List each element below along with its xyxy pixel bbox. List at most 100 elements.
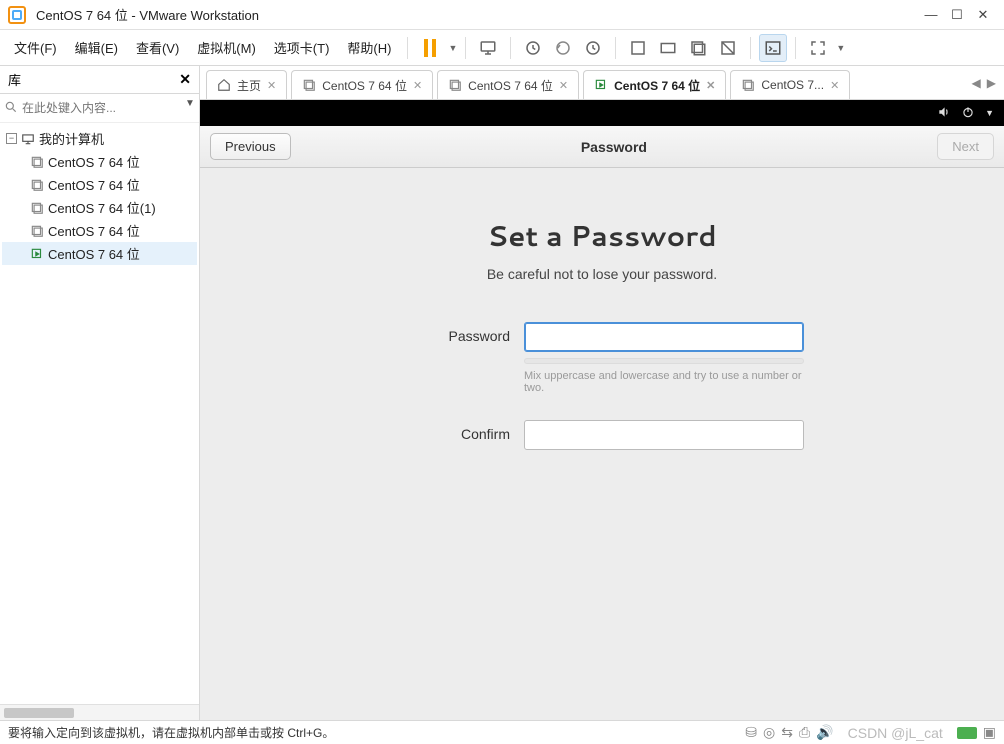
- tab-nav: ◀ ▶: [964, 66, 1004, 99]
- tab-close-icon[interactable]: ✕: [559, 79, 568, 92]
- tree-item[interactable]: CentOS 7 64 位(1): [2, 196, 197, 219]
- library-title: 库: [8, 70, 21, 89]
- volume-icon[interactable]: [937, 105, 951, 122]
- tree-item[interactable]: CentOS 7 64 位: [2, 150, 197, 173]
- library-search: ▼: [0, 94, 199, 123]
- fullscreen-dropdown-caret[interactable]: ▼: [836, 43, 845, 53]
- tab-vm[interactable]: CentOS 7... ✕: [730, 70, 850, 99]
- unity-mode-button[interactable]: [714, 34, 742, 62]
- pause-dropdown-caret[interactable]: ▼: [448, 43, 457, 53]
- tab-vm-active[interactable]: CentOS 7 64 位 ✕: [583, 70, 726, 99]
- collapse-toggle[interactable]: −: [6, 133, 17, 144]
- sidebar-scrollbar[interactable]: [0, 704, 199, 720]
- confirm-row: Confirm: [400, 420, 804, 450]
- vm-tab-icon: [302, 78, 316, 92]
- vm-running-tab-icon: [594, 78, 608, 92]
- guest-password-screen: Previous Password Next Set a Password Be…: [200, 126, 1004, 720]
- menu-file[interactable]: 文件(F): [6, 34, 65, 61]
- tree-item-label: CentOS 7 64 位: [48, 175, 140, 194]
- tree-item[interactable]: CentOS 7 64 位: [2, 173, 197, 196]
- pause-button[interactable]: [416, 34, 444, 62]
- snapshot-button[interactable]: [519, 34, 547, 62]
- vm-icon: [30, 224, 44, 238]
- close-button[interactable]: ✕: [970, 4, 996, 26]
- power-dropdown-caret[interactable]: ▼: [985, 108, 994, 118]
- main-area: 库 ✕ ▼ − 我的计算机 CentOS 7 64 位 CentOS 7 64 …: [0, 66, 1004, 720]
- device-hdd-icon[interactable]: ⛁: [745, 724, 757, 741]
- tab-close-icon[interactable]: ✕: [706, 79, 715, 92]
- form-subtitle: Be careful not to lose your password.: [487, 266, 717, 282]
- library-search-input[interactable]: [18, 98, 181, 118]
- vm-icon: [30, 201, 44, 215]
- password-strength-meter: [524, 358, 804, 364]
- tab-close-icon[interactable]: ✕: [830, 79, 839, 92]
- pause-icon: [424, 39, 436, 57]
- fullscreen-icon: [809, 39, 827, 57]
- library-header: 库 ✕: [0, 66, 199, 94]
- tab-close-icon[interactable]: ✕: [413, 79, 422, 92]
- guest-header: Previous Password Next: [200, 126, 1004, 168]
- statusbar: 要将输入定向到该虚拟机，请在虚拟机内部单击或按 Ctrl+G。 ⛁ ◎ ⇆ ⎙ …: [0, 720, 1004, 744]
- menu-edit[interactable]: 编辑(E): [67, 34, 126, 61]
- guest-header-title: Password: [291, 139, 938, 155]
- menubar: 文件(F) 编辑(E) 查看(V) 虚拟机(M) 选项卡(T) 帮助(H) ▼ …: [0, 30, 1004, 66]
- previous-button[interactable]: Previous: [210, 133, 291, 160]
- computer-icon: [21, 132, 35, 146]
- clock-manage-icon: [584, 39, 602, 57]
- power-icon[interactable]: [961, 105, 975, 122]
- next-button[interactable]: Next: [937, 133, 994, 160]
- menu-help[interactable]: 帮助(H): [339, 34, 399, 61]
- view-tabs-button[interactable]: [684, 34, 712, 62]
- vmware-app-icon: [8, 6, 26, 24]
- tree-item-label: CentOS 7 64 位: [48, 221, 140, 240]
- password-form: Set a Password Be careful not to lose yo…: [200, 168, 1004, 720]
- tab-vm[interactable]: CentOS 7 64 位 ✕: [291, 70, 433, 99]
- password-hint: Mix uppercase and lowercase and try to u…: [524, 370, 804, 394]
- tree-root-row[interactable]: − 我的计算机: [2, 127, 197, 150]
- input-indicator[interactable]: [957, 727, 977, 739]
- clock-back-icon: [554, 39, 572, 57]
- device-sound-icon[interactable]: 🔊: [816, 724, 833, 741]
- device-network-icon[interactable]: ⇆: [781, 724, 793, 741]
- devices-menu-icon[interactable]: ▣: [983, 724, 996, 741]
- confirm-input[interactable]: [524, 420, 804, 450]
- menu-tabs[interactable]: 选项卡(T): [266, 34, 338, 61]
- monitor-icon: [479, 39, 497, 57]
- maximize-button[interactable]: ☐: [944, 4, 970, 26]
- confirm-label: Confirm: [400, 420, 510, 442]
- tree-item-active[interactable]: CentOS 7 64 位: [2, 242, 197, 265]
- minimize-button[interactable]: —: [918, 4, 944, 26]
- vm-running-icon: [30, 247, 44, 261]
- titlebar: CentOS 7 64 位 - VMware Workstation — ☐ ✕: [0, 0, 1004, 30]
- search-icon: [4, 98, 18, 116]
- tab-close-icon[interactable]: ✕: [267, 79, 276, 92]
- view-split-button[interactable]: [654, 34, 682, 62]
- menu-view[interactable]: 查看(V): [128, 34, 187, 61]
- send-ctrl-alt-del-button[interactable]: [474, 34, 502, 62]
- window-title: CentOS 7 64 位 - VMware Workstation: [36, 5, 259, 24]
- tab-vm[interactable]: CentOS 7 64 位 ✕: [437, 70, 579, 99]
- watermark-text: CSDN @jL_cat: [848, 725, 943, 741]
- snapshot-manager-button[interactable]: [579, 34, 607, 62]
- device-cd-icon[interactable]: ◎: [763, 724, 775, 741]
- library-close-button[interactable]: ✕: [179, 71, 191, 88]
- tabbar: 主页 ✕ CentOS 7 64 位 ✕ CentOS 7 64 位 ✕ Cen…: [200, 66, 1004, 100]
- tree-item-label: CentOS 7 64 位: [48, 152, 140, 171]
- tree-item[interactable]: CentOS 7 64 位: [2, 219, 197, 242]
- tab-prev-button[interactable]: ◀: [972, 76, 981, 90]
- password-input[interactable]: [524, 322, 804, 352]
- status-text: 要将输入定向到该虚拟机，请在虚拟机内部单击或按 Ctrl+G。: [8, 724, 334, 741]
- device-printer-icon[interactable]: ⎙: [799, 724, 810, 741]
- console-view-button[interactable]: [759, 34, 787, 62]
- tab-label: 主页: [237, 77, 261, 94]
- tab-next-button[interactable]: ▶: [987, 76, 996, 90]
- view-single-button[interactable]: [624, 34, 652, 62]
- tab-label: CentOS 7 64 位: [614, 77, 700, 94]
- search-dropdown-caret[interactable]: ▼: [181, 98, 199, 118]
- menu-vm[interactable]: 虚拟机(M): [189, 34, 264, 61]
- revert-snapshot-button[interactable]: [549, 34, 577, 62]
- vm-icon: [30, 178, 44, 192]
- guest-topbar: ▼: [200, 100, 1004, 126]
- fullscreen-button[interactable]: [804, 34, 832, 62]
- tab-home[interactable]: 主页 ✕: [206, 70, 287, 99]
